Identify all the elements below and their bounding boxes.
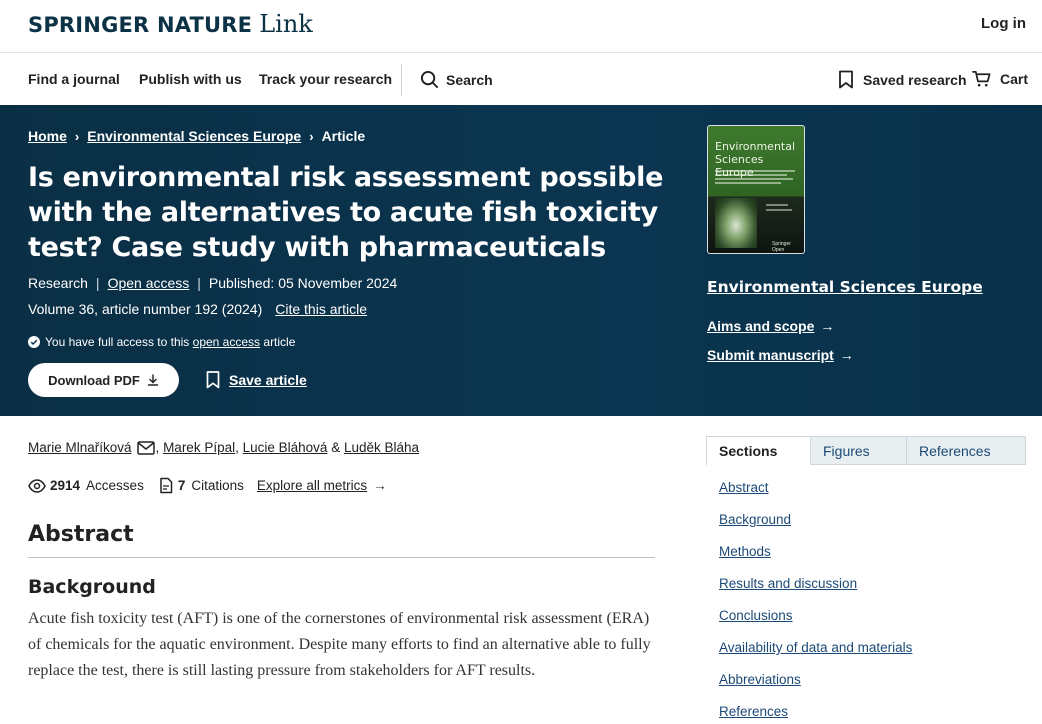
search-label: Search [446, 71, 493, 88]
citations-label: Citations [191, 478, 244, 493]
aims-scope-link[interactable]: Aims and scope → [707, 318, 834, 334]
sections-list: Abstract Background Methods Results and … [719, 480, 912, 724]
author-link[interactable]: Lucie Bláhová [243, 440, 328, 455]
author-link[interactable]: Marek Pípal [163, 440, 235, 455]
cite-article-link[interactable]: Cite this article [275, 301, 367, 317]
author-separator: , [235, 440, 239, 455]
article-meta: Research | Open access | Published: 05 N… [28, 275, 397, 291]
saved-research-label: Saved research [863, 71, 967, 88]
author-link[interactable]: Marie Mlnaříková [28, 440, 132, 455]
accesses-count: 2914 [50, 478, 81, 493]
access-note-pre: You have full access to this [45, 335, 190, 349]
breadcrumb-journal[interactable]: Environmental Sciences Europe [87, 128, 301, 144]
search-icon [420, 70, 439, 89]
eye-icon [28, 478, 46, 493]
logo-primary-text: SPRINGER NATURE [28, 13, 253, 37]
toc-results-discussion[interactable]: Results and discussion [719, 576, 912, 608]
cover-photo [715, 198, 757, 248]
submit-manuscript-label: Submit manuscript [707, 347, 834, 363]
toc-conclusions[interactable]: Conclusions [719, 608, 912, 640]
tab-figures[interactable]: Figures [811, 437, 907, 464]
cart-link[interactable]: Cart [972, 70, 1028, 88]
cover-publisher: Springer Open [772, 241, 791, 253]
journal-name-link[interactable]: Environmental Sciences Europe [707, 278, 983, 296]
toc-references[interactable]: References [719, 704, 912, 724]
cart-icon [972, 71, 991, 87]
toc-abbreviations[interactable]: Abbreviations [719, 672, 912, 704]
save-article-button[interactable]: Save article [206, 371, 307, 389]
sidebar-tabs: Sections Figures References [706, 436, 1026, 465]
top-header: SPRINGER NATURE Link Log in [0, 0, 1042, 53]
meta-separator: | [95, 275, 100, 291]
article-volume-row: Volume 36, article number 192 (2024) Cit… [28, 301, 367, 317]
logo-secondary-text: Link [259, 10, 313, 38]
tab-sections[interactable]: Sections [706, 436, 811, 465]
cart-label: Cart [1000, 71, 1029, 87]
published-date: Published: 05 November 2024 [208, 275, 398, 291]
nav-track-research[interactable]: Track your research [259, 71, 392, 87]
chevron-right-icon: › [309, 128, 314, 144]
open-access-link[interactable]: Open access [108, 275, 190, 291]
bookmark-icon [839, 70, 853, 89]
breadcrumb-current: Article [321, 128, 366, 144]
author-link[interactable]: Luděk Bláha [344, 440, 419, 455]
citations-count: 7 [177, 478, 186, 493]
journal-cover-image[interactable]: Environmental Sciences Europe Springer O… [707, 125, 805, 254]
access-note-post: article [263, 335, 296, 349]
explore-metrics-link[interactable]: Explore all metrics [257, 478, 367, 493]
download-pdf-label: Download PDF [48, 372, 140, 388]
nav-find-journal[interactable]: Find a journal [28, 71, 120, 87]
tab-references[interactable]: References [907, 437, 1025, 464]
arrow-right-icon: → [839, 347, 854, 363]
nav-divider [401, 64, 402, 96]
save-article-label: Save article [229, 372, 307, 388]
nav-publish-with-us[interactable]: Publish with us [139, 71, 242, 87]
background-heading: Background [28, 576, 156, 598]
accesses-label: Accesses [86, 478, 144, 493]
aims-scope-label: Aims and scope [707, 318, 815, 334]
saved-research-link[interactable]: Saved research [838, 70, 967, 89]
author-list: Marie Mlnaříková , Marek Pípal, Lucie Bl… [28, 440, 419, 455]
article-metrics: 2914 Accesses 7 Citations Explore all me… [28, 477, 387, 494]
breadcrumb: Home › Environmental Sciences Europe › A… [28, 128, 365, 144]
toc-background[interactable]: Background [719, 512, 912, 544]
search-button[interactable]: Search [420, 70, 493, 89]
chevron-right-icon: › [74, 128, 80, 144]
email-icon[interactable] [136, 440, 155, 455]
breadcrumb-home[interactable]: Home [28, 128, 67, 144]
cover-editor-lines [766, 204, 800, 214]
abstract-heading: Abstract [28, 522, 134, 547]
submit-manuscript-link[interactable]: Submit manuscript → [707, 347, 854, 363]
bookmark-icon [206, 371, 220, 389]
download-pdf-button[interactable]: Download PDF [28, 363, 179, 397]
arrow-right-icon: → [820, 318, 835, 334]
cover-subtitle-lines [715, 170, 799, 186]
meta-separator: | [197, 275, 201, 291]
article-hero: Home › Environmental Sciences Europe › A… [0, 105, 1042, 416]
quote-icon [160, 477, 173, 494]
main-nav: Find a journal Publish with us Track you… [0, 54, 1042, 105]
access-note: You have full access to this open access… [28, 335, 295, 349]
toc-abstract[interactable]: Abstract [719, 480, 912, 512]
login-link[interactable]: Log in [981, 15, 1026, 32]
author-ampersand: & [331, 440, 341, 455]
article-title: Is environmental risk assessment possibl… [28, 162, 664, 263]
check-circle-icon [28, 336, 40, 348]
arrow-right-icon: → [373, 478, 387, 493]
toc-methods[interactable]: Methods [719, 544, 912, 576]
download-icon [147, 374, 159, 386]
article-type: Research [28, 275, 88, 291]
toc-availability-data[interactable]: Availability of data and materials [719, 640, 912, 672]
author-separator: , [155, 440, 160, 455]
section-divider [28, 557, 655, 558]
volume-info: Volume 36, article number 192 (2024) [28, 301, 263, 317]
background-paragraph: Acute fish toxicity test (AFT) is one of… [28, 610, 651, 679]
springer-nature-link-logo[interactable]: SPRINGER NATURE Link [28, 10, 313, 38]
access-note-link[interactable]: open access [193, 335, 260, 349]
